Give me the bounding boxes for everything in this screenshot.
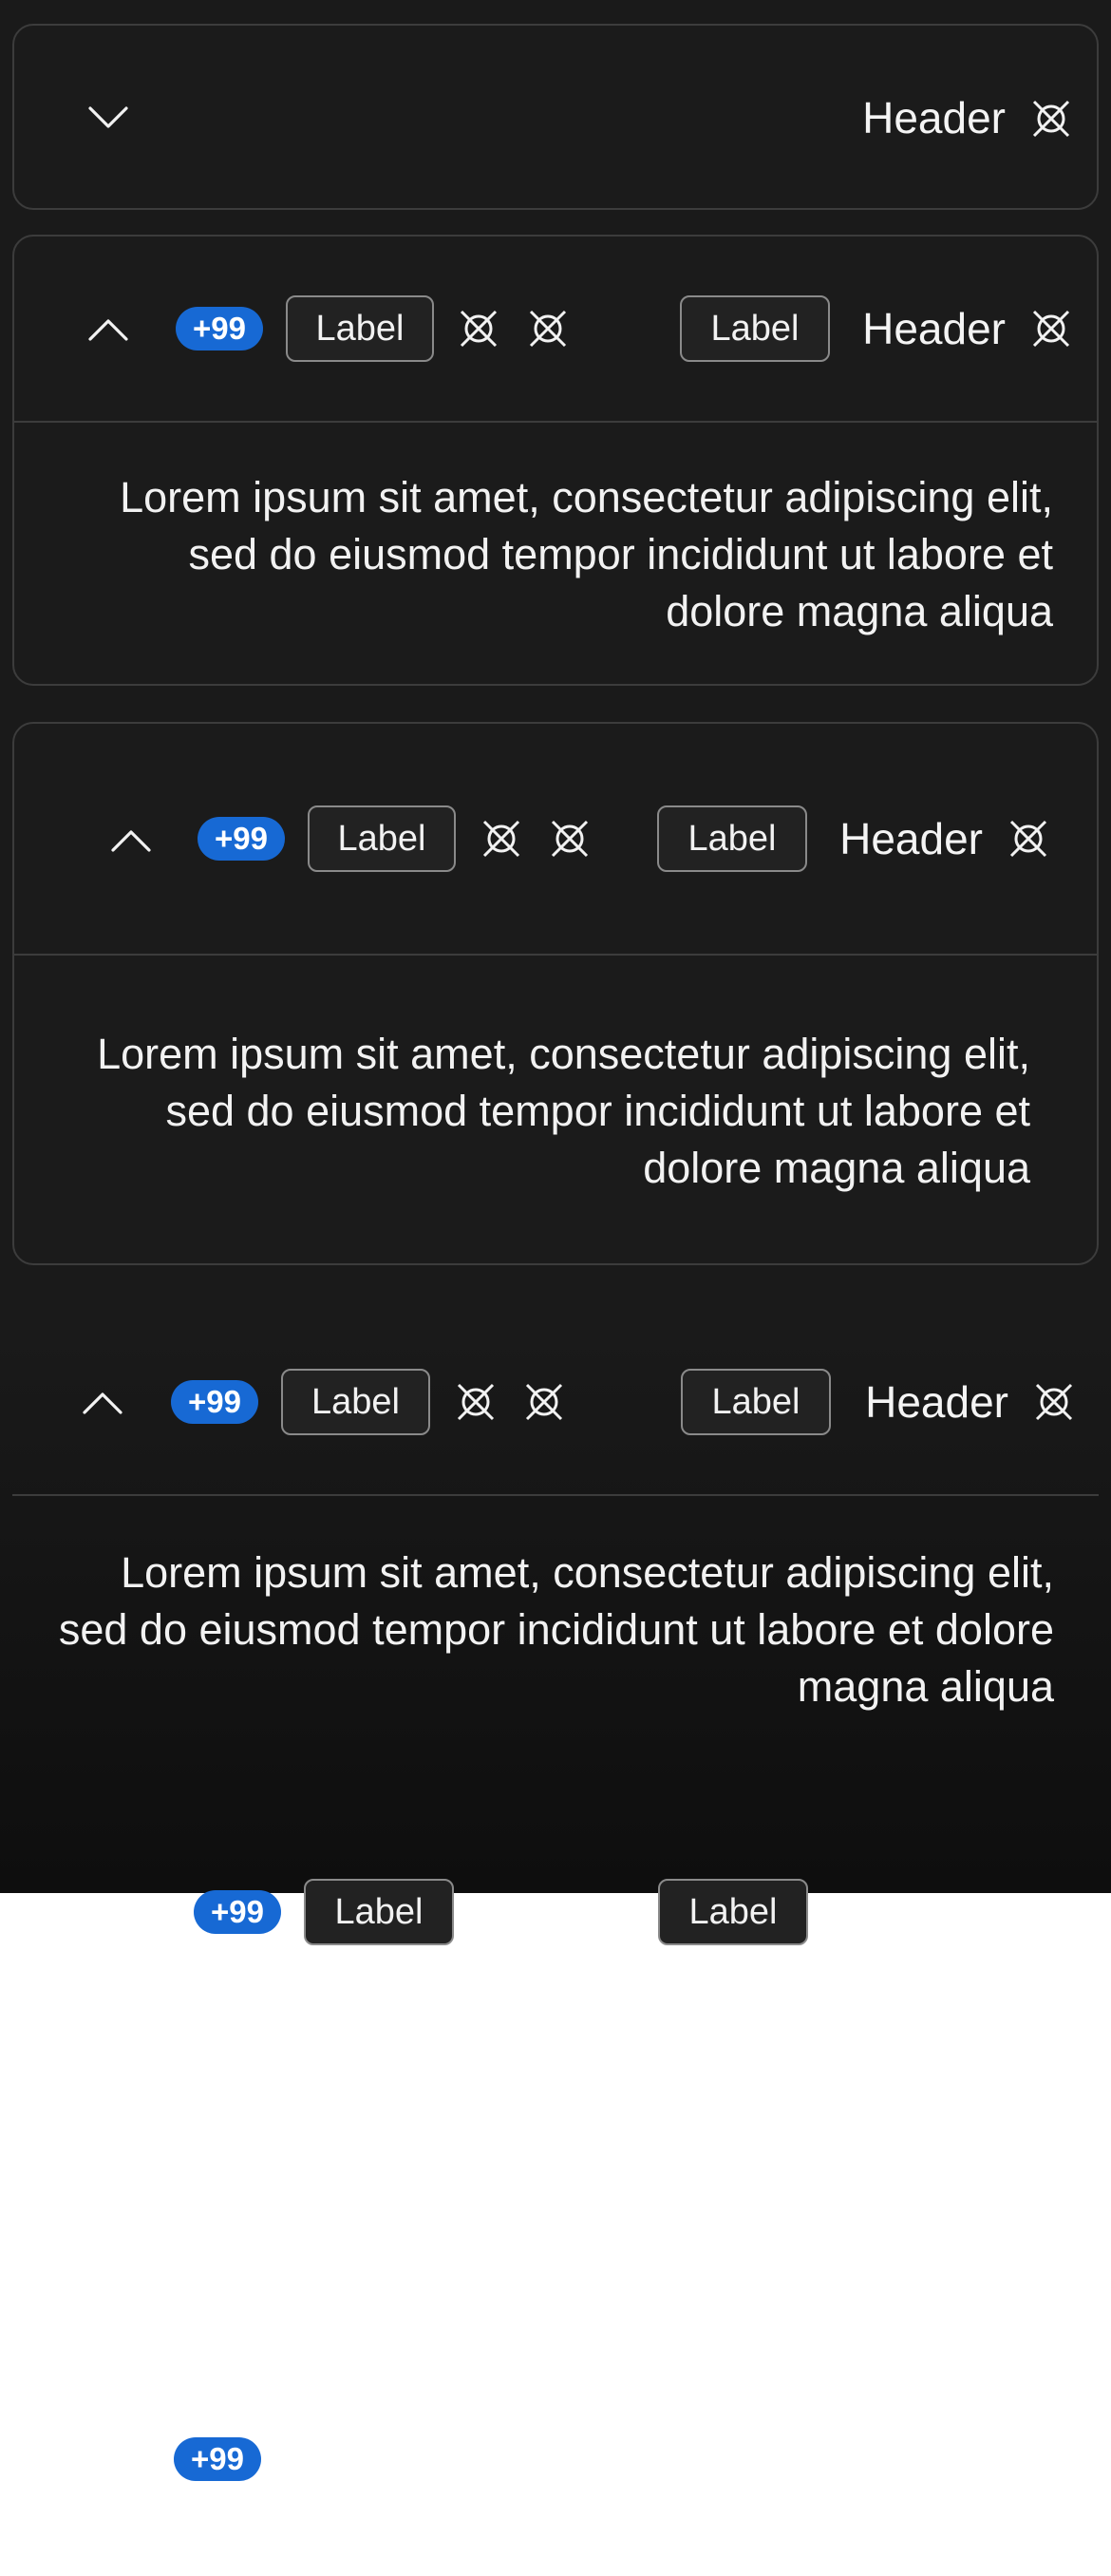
accordion-body: Lorem ipsum sit amet, consectetur adipis… [120,473,1053,635]
crossed-box-icon[interactable] [523,1381,565,1423]
crossed-box-icon[interactable] [458,308,499,350]
count-badge: +99 [194,1890,281,1934]
crossed-box-icon[interactable] [1030,98,1072,140]
accordion-expanded: +99 Label Label Header Lorem ipsum sit a… [12,722,1099,1265]
count-badge: +99 [174,2437,261,2481]
divider [12,1494,1099,1496]
accordion-collapsed: Header [12,24,1099,210]
label-chip[interactable]: Label [304,1879,454,1945]
crossed-box-icon[interactable] [549,818,591,860]
chevron-up-icon[interactable] [110,828,152,853]
label-chip[interactable]: Label [658,1879,808,1945]
accordion-header[interactable]: Header [865,1380,1008,1424]
crossed-box-icon[interactable] [455,1381,497,1423]
accordion-expanded: +99 Label Label Header Lorem ipsum sit a… [12,235,1099,686]
label-chip[interactable]: Label [308,805,456,872]
label-chip[interactable]: Label [680,295,830,362]
accordion-expanded-flat: +99 Label Label Header Lorem ipsum sit a… [0,1311,1111,1738]
crossed-box-icon[interactable] [480,818,522,860]
count-badge: +99 [176,307,263,350]
count-badge: +99 [198,817,285,861]
chevron-down-icon[interactable] [87,105,129,130]
accordion-header[interactable]: Header [862,96,1006,140]
accordion-header[interactable]: Header [839,817,983,861]
label-chip[interactable]: Label [281,1369,430,1435]
count-badge: +99 [171,1380,258,1424]
accordion-body: Lorem ipsum sit amet, consectetur adipis… [58,1548,1054,1711]
crossed-box-icon[interactable] [1033,1381,1075,1423]
label-chip[interactable]: Label [657,805,807,872]
accordion-body: Lorem ipsum sit amet, consectetur adipis… [97,1030,1030,1192]
crossed-box-icon[interactable] [1007,818,1049,860]
accordion-header[interactable]: Header [862,307,1006,350]
label-chip[interactable]: Label [286,295,434,362]
crossed-box-icon[interactable] [1030,308,1072,350]
label-chip[interactable]: Label [681,1369,831,1435]
chevron-up-icon[interactable] [87,317,129,342]
clipped-header-row: +99 Label Label [0,1862,1111,1947]
crossed-box-icon[interactable] [527,308,569,350]
divider [14,421,1097,423]
chevron-up-icon[interactable] [82,1391,123,1415]
divider [14,954,1097,956]
